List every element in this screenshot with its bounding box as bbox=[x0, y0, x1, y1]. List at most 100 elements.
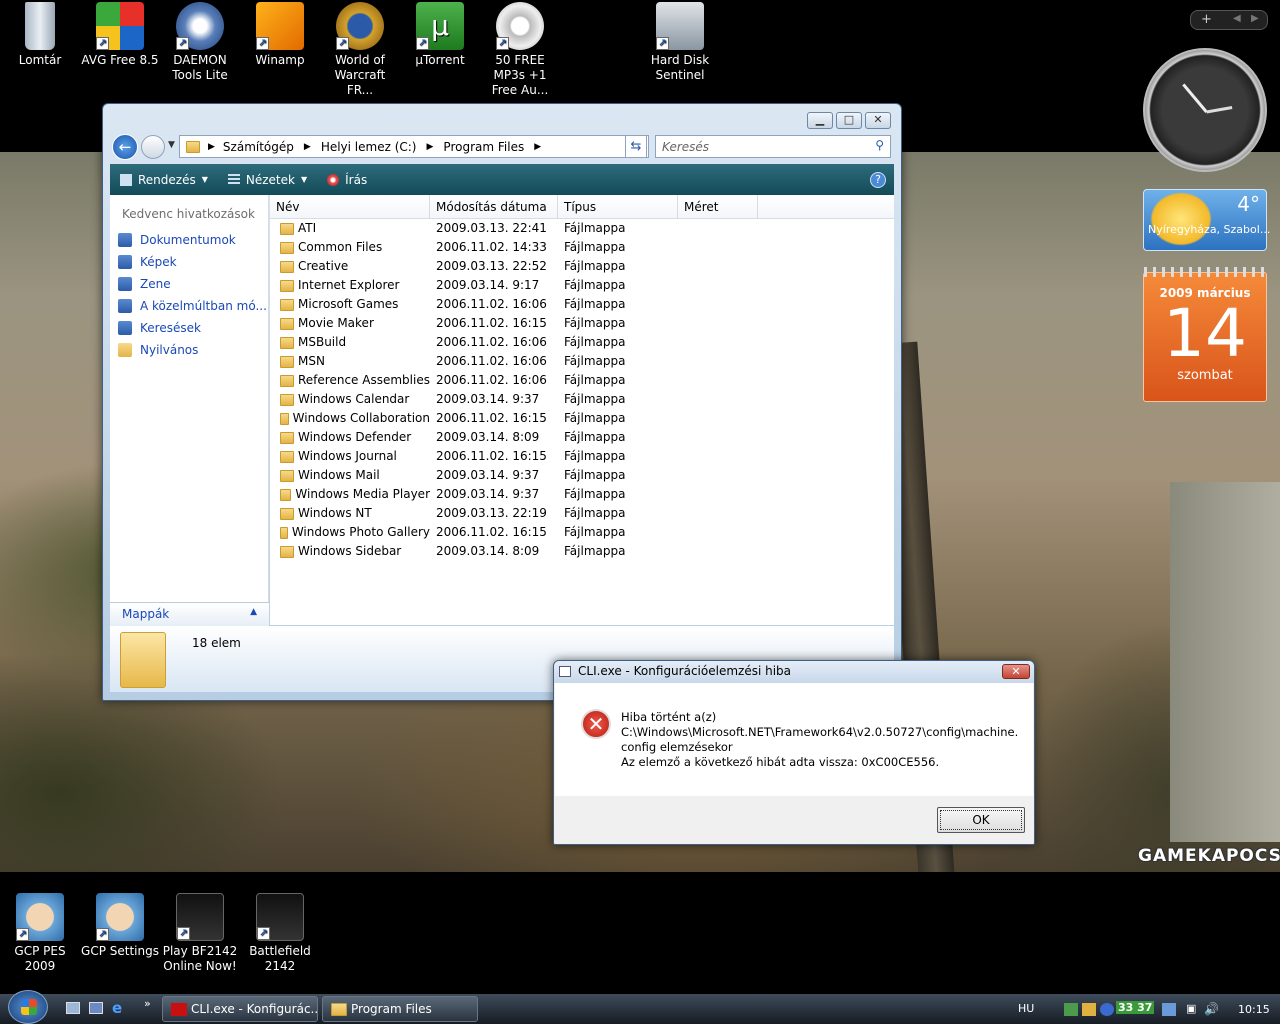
add-gadget-icon[interactable]: + bbox=[1201, 12, 1212, 27]
recent-items-icon bbox=[118, 299, 132, 313]
prev-icon[interactable]: ◀ bbox=[1233, 13, 1241, 24]
clock-gadget[interactable] bbox=[1143, 48, 1267, 172]
table-row[interactable]: Microsoft Games 2006.11.02. 16:06 Fájlmapp… bbox=[270, 295, 894, 314]
desktop-icon-free-mp3s[interactable]: ↗ 50 FREE MP3s +1 Free Au... bbox=[480, 2, 560, 98]
calendar-gadget[interactable]: 2009 március 14 szombat bbox=[1143, 267, 1268, 402]
close-button[interactable]: ✕ bbox=[865, 112, 891, 129]
desktop-icon-world-of-warcraft[interactable]: ↗ World of Warcraft FR... bbox=[320, 2, 400, 98]
table-row[interactable]: Windows Defender 2009.03.14. 8:09 Fájlmapp… bbox=[270, 428, 894, 447]
table-row[interactable]: Creative 2009.03.13. 22:52 Fájlmappa bbox=[270, 257, 894, 276]
back-button[interactable]: ← bbox=[112, 134, 138, 160]
desktop-icon-label: DAEMON Tools Lite bbox=[172, 53, 228, 82]
next-icon[interactable]: ▶ bbox=[1251, 13, 1259, 24]
column-header-date[interactable]: Módosítás dátuma bbox=[430, 195, 558, 218]
desktop-icon-play-bf2142[interactable]: ↗ Play BF2142 Online Now! bbox=[160, 893, 240, 974]
column-header-type[interactable]: Típus bbox=[558, 195, 678, 218]
table-row[interactable]: Windows Media Player 2009.03.14. 9:37 Fájl… bbox=[270, 485, 894, 504]
calendar-day: 14 bbox=[1163, 295, 1247, 372]
desktop-icon-recycle-bin[interactable]: Lomtár bbox=[0, 2, 80, 68]
file-type: Fájlmappa bbox=[564, 430, 626, 444]
table-row[interactable]: Windows Photo Gallery 2006.11.02. 16:15 Fá… bbox=[270, 523, 894, 542]
ok-button[interactable]: OK bbox=[937, 807, 1025, 833]
network-status-icon[interactable] bbox=[1064, 1003, 1078, 1016]
breadcrumb-program-files[interactable]: Program Files bbox=[443, 140, 524, 154]
file-size bbox=[678, 542, 758, 561]
table-row[interactable]: Windows Sidebar 2009.03.14. 8:09 Fájlmappa bbox=[270, 542, 894, 561]
nav-link-searches[interactable]: Keresések bbox=[110, 317, 268, 339]
desktop-icon-daemon-tools[interactable]: ↗ DAEMON Tools Lite bbox=[160, 2, 240, 83]
table-row[interactable]: Movie Maker 2006.11.02. 16:15 Fájlmappa bbox=[270, 314, 894, 333]
explorer-window[interactable]: ▁ □ ✕ ← ▼ ▶ Számítógép ▶ Helyi lemez (C:… bbox=[102, 103, 902, 701]
burn-icon bbox=[327, 173, 340, 186]
desktop-icon-winamp[interactable]: ↗ Winamp bbox=[240, 2, 320, 68]
minimize-button[interactable]: ▁ bbox=[807, 112, 833, 129]
address-bar[interactable]: ▶ Számítógép ▶ Helyi lemez (C:) ▶ Progra… bbox=[179, 135, 649, 158]
avg-tray-icon[interactable] bbox=[1082, 1003, 1096, 1016]
history-dropdown-icon[interactable]: ▼ bbox=[168, 140, 175, 150]
breadcrumb-computer[interactable]: Számítógép bbox=[223, 140, 294, 154]
table-row[interactable]: Windows Calendar 2009.03.14. 9:37 Fájlmapp… bbox=[270, 390, 894, 409]
desktop-icon-gcp-pes[interactable]: ↗ GCP PES 2009 bbox=[0, 893, 80, 974]
dialog-titlebar[interactable]: CLI.exe - Konfigurációelemzési hiba ✕ bbox=[554, 661, 1034, 683]
nav-link-documents[interactable]: Dokumentumok bbox=[110, 229, 268, 251]
show-desktop-icon[interactable] bbox=[66, 1002, 80, 1014]
switch-windows-icon[interactable] bbox=[89, 1002, 103, 1014]
table-row[interactable]: Windows Collaboration 2006.11.02. 16:15 Fá… bbox=[270, 409, 894, 428]
nav-link-recent[interactable]: A közelmúltban mó... bbox=[110, 295, 268, 317]
desktop-icon-hard-disk-sentinel[interactable]: ↗ Hard Disk Sentinel bbox=[640, 2, 720, 83]
maximize-button[interactable]: □ bbox=[836, 112, 862, 129]
taskbar-item-cli[interactable]: CLI.exe - Konfigurác... bbox=[162, 996, 318, 1022]
refresh-icon[interactable]: ⇆ bbox=[625, 135, 647, 158]
daemon-tray-icon[interactable] bbox=[1100, 1003, 1114, 1016]
folders-toggle[interactable]: Mappák ▲ bbox=[110, 602, 269, 626]
start-button[interactable] bbox=[8, 990, 48, 1024]
nav-link-public[interactable]: Nyilvános bbox=[110, 339, 268, 361]
desktop-icon-gcp-settings[interactable]: ↗ GCP Settings bbox=[80, 893, 160, 959]
tray-overflow-icon[interactable]: ▣ bbox=[1186, 1002, 1196, 1015]
clock-hand-icon bbox=[1182, 83, 1208, 113]
table-row[interactable]: MSBuild 2006.11.02. 16:06 Fájlmappa bbox=[270, 333, 894, 352]
views-icon bbox=[227, 173, 240, 186]
desktop-icon-avg[interactable]: ↗ AVG Free 8.5 bbox=[80, 2, 160, 68]
column-header-size[interactable]: Méret bbox=[678, 195, 758, 218]
table-row[interactable]: MSN 2006.11.02. 16:06 Fájlmappa bbox=[270, 352, 894, 371]
desktop-icon-battlefield-2142[interactable]: ↗ Battlefield 2142 bbox=[240, 893, 320, 974]
sidebar-controls[interactable]: + ◀ ▶ bbox=[1190, 10, 1268, 30]
table-row[interactable]: ATI 2009.03.13. 22:41 Fájlmappa bbox=[270, 219, 894, 238]
internet-explorer-icon[interactable]: e bbox=[112, 999, 122, 1017]
volume-icon[interactable]: 🔊 bbox=[1204, 1002, 1219, 1016]
forward-button[interactable] bbox=[141, 135, 165, 159]
weather-location: Nyíregyháza, Szabol... bbox=[1148, 223, 1271, 236]
weather-gadget[interactable]: 4° Nyíregyháza, Szabol... bbox=[1143, 189, 1271, 251]
organize-button[interactable]: Rendezés ▼ bbox=[110, 173, 218, 187]
folder-icon bbox=[280, 469, 294, 482]
nav-link-pictures[interactable]: Képek bbox=[110, 251, 268, 273]
file-name-label: Windows Calendar bbox=[298, 392, 410, 406]
clock-time[interactable]: 10:15 bbox=[1238, 1003, 1270, 1016]
file-name-label: Movie Maker bbox=[298, 316, 374, 330]
table-row[interactable]: Internet Explorer 2009.03.14. 9:17 Fájlmap… bbox=[270, 276, 894, 295]
music-icon bbox=[118, 277, 132, 291]
avatar-icon: ↗ bbox=[16, 893, 64, 941]
dialog-close-button[interactable]: ✕ bbox=[1002, 664, 1030, 679]
table-row[interactable]: Common Files 2006.11.02. 14:33 Fájlmappa bbox=[270, 238, 894, 257]
column-header-name[interactable]: Név bbox=[270, 195, 430, 218]
nav-link-music[interactable]: Zene bbox=[110, 273, 268, 295]
table-row[interactable]: Windows Mail 2009.03.14. 9:37 Fájlmappa bbox=[270, 466, 894, 485]
hdd-temp-counter[interactable]: 33 37 bbox=[1116, 1001, 1155, 1014]
search-input[interactable]: Keresés ⚲ bbox=[655, 135, 891, 158]
folder-icon bbox=[280, 393, 294, 406]
tray-app-icon[interactable] bbox=[1162, 1003, 1176, 1016]
language-indicator[interactable]: HU bbox=[1018, 1002, 1034, 1015]
taskbar-item-program-files[interactable]: Program Files bbox=[322, 996, 478, 1022]
table-row[interactable]: Reference Assemblies 2006.11.02. 16:06 Fáj… bbox=[270, 371, 894, 390]
breadcrumb-drive[interactable]: Helyi lemez (C:) bbox=[321, 140, 417, 154]
burn-button[interactable]: Írás bbox=[317, 173, 377, 187]
quicklaunch-overflow-icon[interactable]: » bbox=[144, 997, 151, 1010]
help-icon[interactable]: ? bbox=[870, 171, 886, 188]
error-dialog[interactable]: CLI.exe - Konfigurációelemzési hiba ✕ ✕ … bbox=[553, 660, 1035, 845]
views-button[interactable]: Nézetek ▼ bbox=[218, 173, 317, 187]
desktop-icon-utorrent[interactable]: µ ↗ µTorrent bbox=[400, 2, 480, 68]
table-row[interactable]: Windows Journal 2006.11.02. 16:15 Fájlmapp… bbox=[270, 447, 894, 466]
table-row[interactable]: Windows NT 2009.03.13. 22:19 Fájlmappa bbox=[270, 504, 894, 523]
